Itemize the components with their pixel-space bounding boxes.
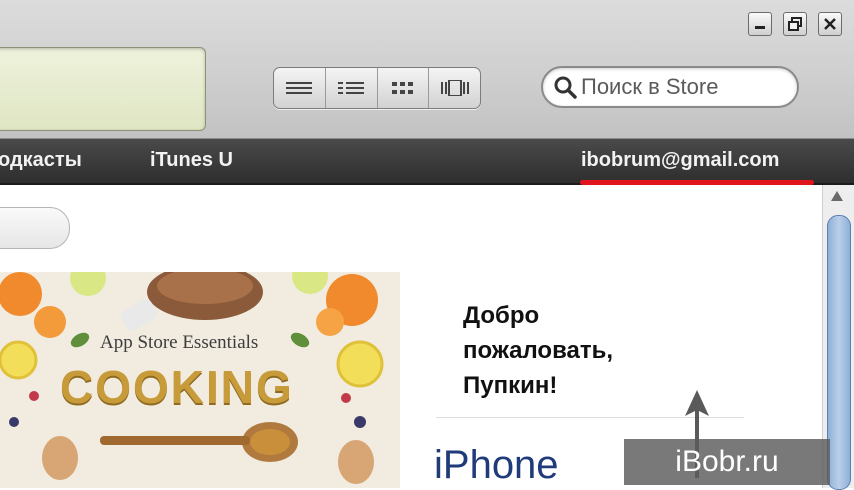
welcome-message: Добро пожаловать, Пупкин!	[463, 298, 763, 403]
welcome-line-2: пожаловать,	[463, 337, 614, 364]
album-list-view-button[interactable]	[326, 68, 378, 108]
section-heading-iphone[interactable]: iPhone	[434, 443, 559, 488]
watermark: iBobr.ru	[624, 439, 830, 485]
list-view-button[interactable]	[274, 68, 326, 108]
store-nav-bar: одкасты iTunes U ibobrum@gmail.com	[0, 139, 854, 185]
restore-icon	[788, 17, 802, 31]
maximize-button[interactable]	[783, 12, 807, 36]
nav-item-podcasts[interactable]: одкасты	[0, 149, 82, 172]
cooking-banner[interactable]: App Store Essentials COOKING	[0, 272, 400, 488]
search-icon	[554, 76, 577, 99]
store-search[interactable]	[541, 66, 799, 108]
nav-item-itunes-u[interactable]: iTunes U	[150, 149, 233, 172]
close-button[interactable]	[818, 12, 842, 36]
banner-subtitle: App Store Essentials	[100, 332, 259, 353]
scroll-up-arrow-icon[interactable]	[831, 191, 843, 201]
back-pill-button[interactable]	[0, 207, 70, 249]
minimize-button[interactable]	[748, 12, 772, 36]
grid-view-button[interactable]	[378, 68, 430, 108]
toolbar	[0, 0, 854, 139]
banner-title: COOKING	[60, 361, 294, 413]
minimize-icon	[755, 26, 765, 29]
view-mode-group	[273, 67, 481, 109]
welcome-line-3: Пупкин!	[463, 372, 558, 399]
status-display	[0, 47, 206, 131]
scroll-thumb[interactable]	[827, 215, 851, 490]
album-list-view-icon	[338, 82, 365, 94]
list-view-icon	[286, 82, 313, 94]
close-icon	[824, 18, 836, 30]
welcome-line-1: Добро	[463, 302, 540, 329]
cover-flow-view-button[interactable]	[429, 68, 480, 108]
search-input[interactable]	[581, 74, 781, 100]
grid-view-icon	[391, 82, 413, 94]
account-link[interactable]: ibobrum@gmail.com	[581, 149, 779, 172]
cover-flow-view-icon	[440, 80, 469, 96]
